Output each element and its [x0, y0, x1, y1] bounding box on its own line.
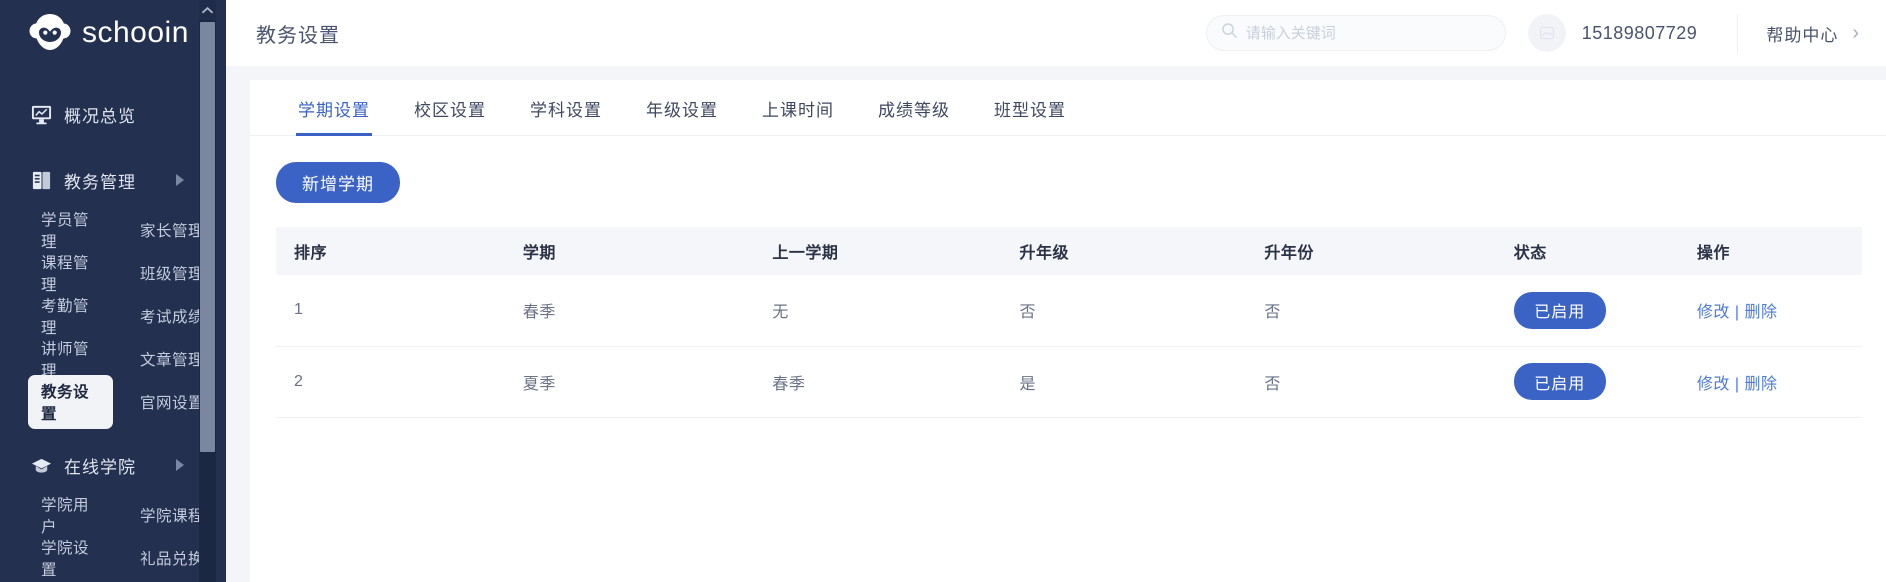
action-separator: | [1734, 375, 1740, 393]
avatar[interactable] [1527, 14, 1566, 52]
monkey-face-logo [28, 11, 72, 55]
cell-sort: 1 [276, 275, 505, 347]
sidebar-item-course-mgmt[interactable]: 课程管理 [0, 251, 113, 294]
top-header: 教务设置 15189807729 [226, 0, 1886, 66]
sidebar-item-student-mgmt[interactable]: 学员管理 [0, 208, 113, 251]
cell-upgrade-grade: 是 [1001, 346, 1247, 418]
tab-class-time[interactable]: 上课时间 [740, 96, 856, 135]
sidebar-item-overview[interactable]: 概况总览 [0, 90, 226, 138]
table-row: 2 夏季 春季 是 否 已启用 修改 | 删除 [276, 346, 1862, 418]
content-wrapper: 学期设置 校区设置 学科设置 年级设置 上课时间 成绩等级 班型设置 新增学期 [226, 66, 1886, 582]
monitor-chart-icon [30, 103, 52, 125]
toolbar: 新增学期 [250, 136, 1886, 203]
help-center-link[interactable]: 帮助中心 › [1738, 21, 1886, 46]
row-actions: 修改 | 删除 [1697, 304, 1778, 321]
sidebar-scrollbar[interactable] [199, 0, 216, 582]
sidebar-group-label: 教务管理 [64, 172, 136, 192]
cell-upgrade-grade: 否 [1001, 275, 1247, 347]
add-term-button[interactable]: 新增学期 [276, 162, 400, 203]
brand[interactable]: schooin [0, 0, 226, 66]
sidebar-item-label: 教务设置 [28, 374, 113, 429]
tab-score-levels[interactable]: 成绩等级 [856, 96, 972, 135]
chevron-right-icon: › [1852, 22, 1860, 44]
tab-grade-settings[interactable]: 年级设置 [624, 96, 740, 135]
book-icon [30, 169, 52, 191]
cell-actions: 修改 | 删除 [1678, 275, 1862, 347]
graduation-cap-icon [30, 454, 52, 476]
column-header-prev-term: 上一学期 [754, 227, 1002, 275]
cell-actions: 修改 | 删除 [1678, 346, 1862, 418]
sidebar-item-label: 概况总览 [64, 106, 136, 126]
column-header-upgrade-year: 升年份 [1246, 227, 1496, 275]
sidebar-subitems-academic: 学员管理 家长管理 课程管理 班级管理 考勤管理 考试成绩 讲师管理 文章管理 … [0, 204, 226, 429]
column-header-status: 状态 [1495, 227, 1679, 275]
sidebar-item-college-users[interactable]: 学院用户 [0, 493, 113, 536]
cell-term: 夏季 [504, 346, 755, 418]
delete-link[interactable]: 删除 [1745, 376, 1778, 393]
brand-name: schooin [82, 16, 189, 49]
cell-term: 春季 [504, 275, 755, 347]
cell-prev-term: 无 [754, 275, 1002, 347]
search-icon [1221, 22, 1238, 44]
tab-campus-settings[interactable]: 校区设置 [392, 96, 508, 135]
search-input[interactable] [1245, 24, 1491, 42]
column-header-actions: 操作 [1678, 227, 1862, 275]
sidebar-item-academic-settings[interactable]: 教务设置 [0, 374, 113, 429]
edit-link[interactable]: 修改 [1697, 376, 1730, 393]
sidebar-subitems-college: 学院用户 学院课程 学院设置 礼品兑换 [0, 489, 226, 579]
cell-upgrade-year: 否 [1246, 275, 1496, 347]
app-root: schooin 概况总览 教务管理 学员管理 家长管理 课程管理 班级管理 考勤… [0, 0, 1886, 582]
table-body: 1 春季 无 否 否 已启用 修改 | 删除 2 夏季 春季 是 否 已启用 修… [276, 275, 1862, 418]
row-actions: 修改 | 删除 [1697, 376, 1778, 393]
main-area: 教务设置 15189807729 [226, 0, 1886, 582]
triangle-right-icon [176, 459, 184, 471]
sidebar: schooin 概况总览 教务管理 学员管理 家长管理 课程管理 班级管理 考勤… [0, 0, 226, 582]
sidebar-group-online-college[interactable]: 在线学院 [0, 441, 226, 489]
triangle-right-icon [176, 174, 184, 186]
tab-subject-settings[interactable]: 学科设置 [508, 96, 624, 135]
table-head: 排序 学期 上一学期 升年级 升年份 状态 操作 [276, 227, 1862, 275]
search-box[interactable] [1205, 15, 1506, 51]
settings-card: 学期设置 校区设置 学科设置 年级设置 上课时间 成绩等级 班型设置 新增学期 [250, 80, 1886, 582]
sidebar-item-college-settings[interactable]: 学院设置 [0, 536, 113, 579]
sidebar-group-label: 在线学院 [64, 457, 136, 477]
status-badge[interactable]: 已启用 [1513, 363, 1606, 400]
column-header-term: 学期 [504, 227, 755, 275]
tab-term-settings[interactable]: 学期设置 [276, 96, 392, 136]
column-header-sort: 排序 [276, 227, 505, 275]
term-table: 排序 学期 上一学期 升年级 升年份 状态 操作 1 春季 无 否 否 已启用 … [276, 227, 1862, 418]
user-phone: 15189807729 [1581, 22, 1698, 43]
sidebar-scrollbar-thumb[interactable] [200, 22, 215, 452]
sidebar-item-attendance-mgmt[interactable]: 考勤管理 [0, 294, 113, 337]
delete-link[interactable]: 删除 [1745, 304, 1778, 321]
column-header-upgrade-grade: 升年级 [1001, 227, 1247, 275]
table-header-row: 排序 学期 上一学期 升年级 升年份 状态 操作 [276, 227, 1862, 275]
sidebar-group-academic[interactable]: 教务管理 [0, 156, 226, 204]
cell-status: 已启用 [1495, 346, 1679, 418]
sidebar-item-teacher-mgmt[interactable]: 讲师管理 [0, 337, 113, 380]
chevron-up-icon[interactable] [199, 0, 216, 20]
edit-link[interactable]: 修改 [1697, 304, 1730, 321]
sidebar-item-label: 学院设置 [41, 539, 90, 579]
sidebar-nav: 概况总览 教务管理 学员管理 家长管理 课程管理 班级管理 考勤管理 考试成绩 … [0, 66, 226, 579]
table-row: 1 春季 无 否 否 已启用 修改 | 删除 [276, 275, 1862, 347]
term-table-wrapper: 排序 学期 上一学期 升年级 升年份 状态 操作 1 春季 无 否 否 已启用 … [250, 203, 1886, 418]
cell-sort: 2 [276, 346, 505, 418]
cell-upgrade-year: 否 [1246, 346, 1496, 418]
page-title: 教务设置 [256, 24, 340, 47]
help-center-label: 帮助中心 [1766, 25, 1839, 45]
cell-prev-term: 春季 [754, 346, 1002, 418]
status-badge[interactable]: 已启用 [1513, 291, 1606, 329]
tab-bar: 学期设置 校区设置 学科设置 年级设置 上课时间 成绩等级 班型设置 [250, 80, 1886, 136]
action-separator: | [1734, 304, 1740, 322]
tab-class-type-settings[interactable]: 班型设置 [972, 96, 1088, 135]
cell-status: 已启用 [1495, 275, 1679, 347]
